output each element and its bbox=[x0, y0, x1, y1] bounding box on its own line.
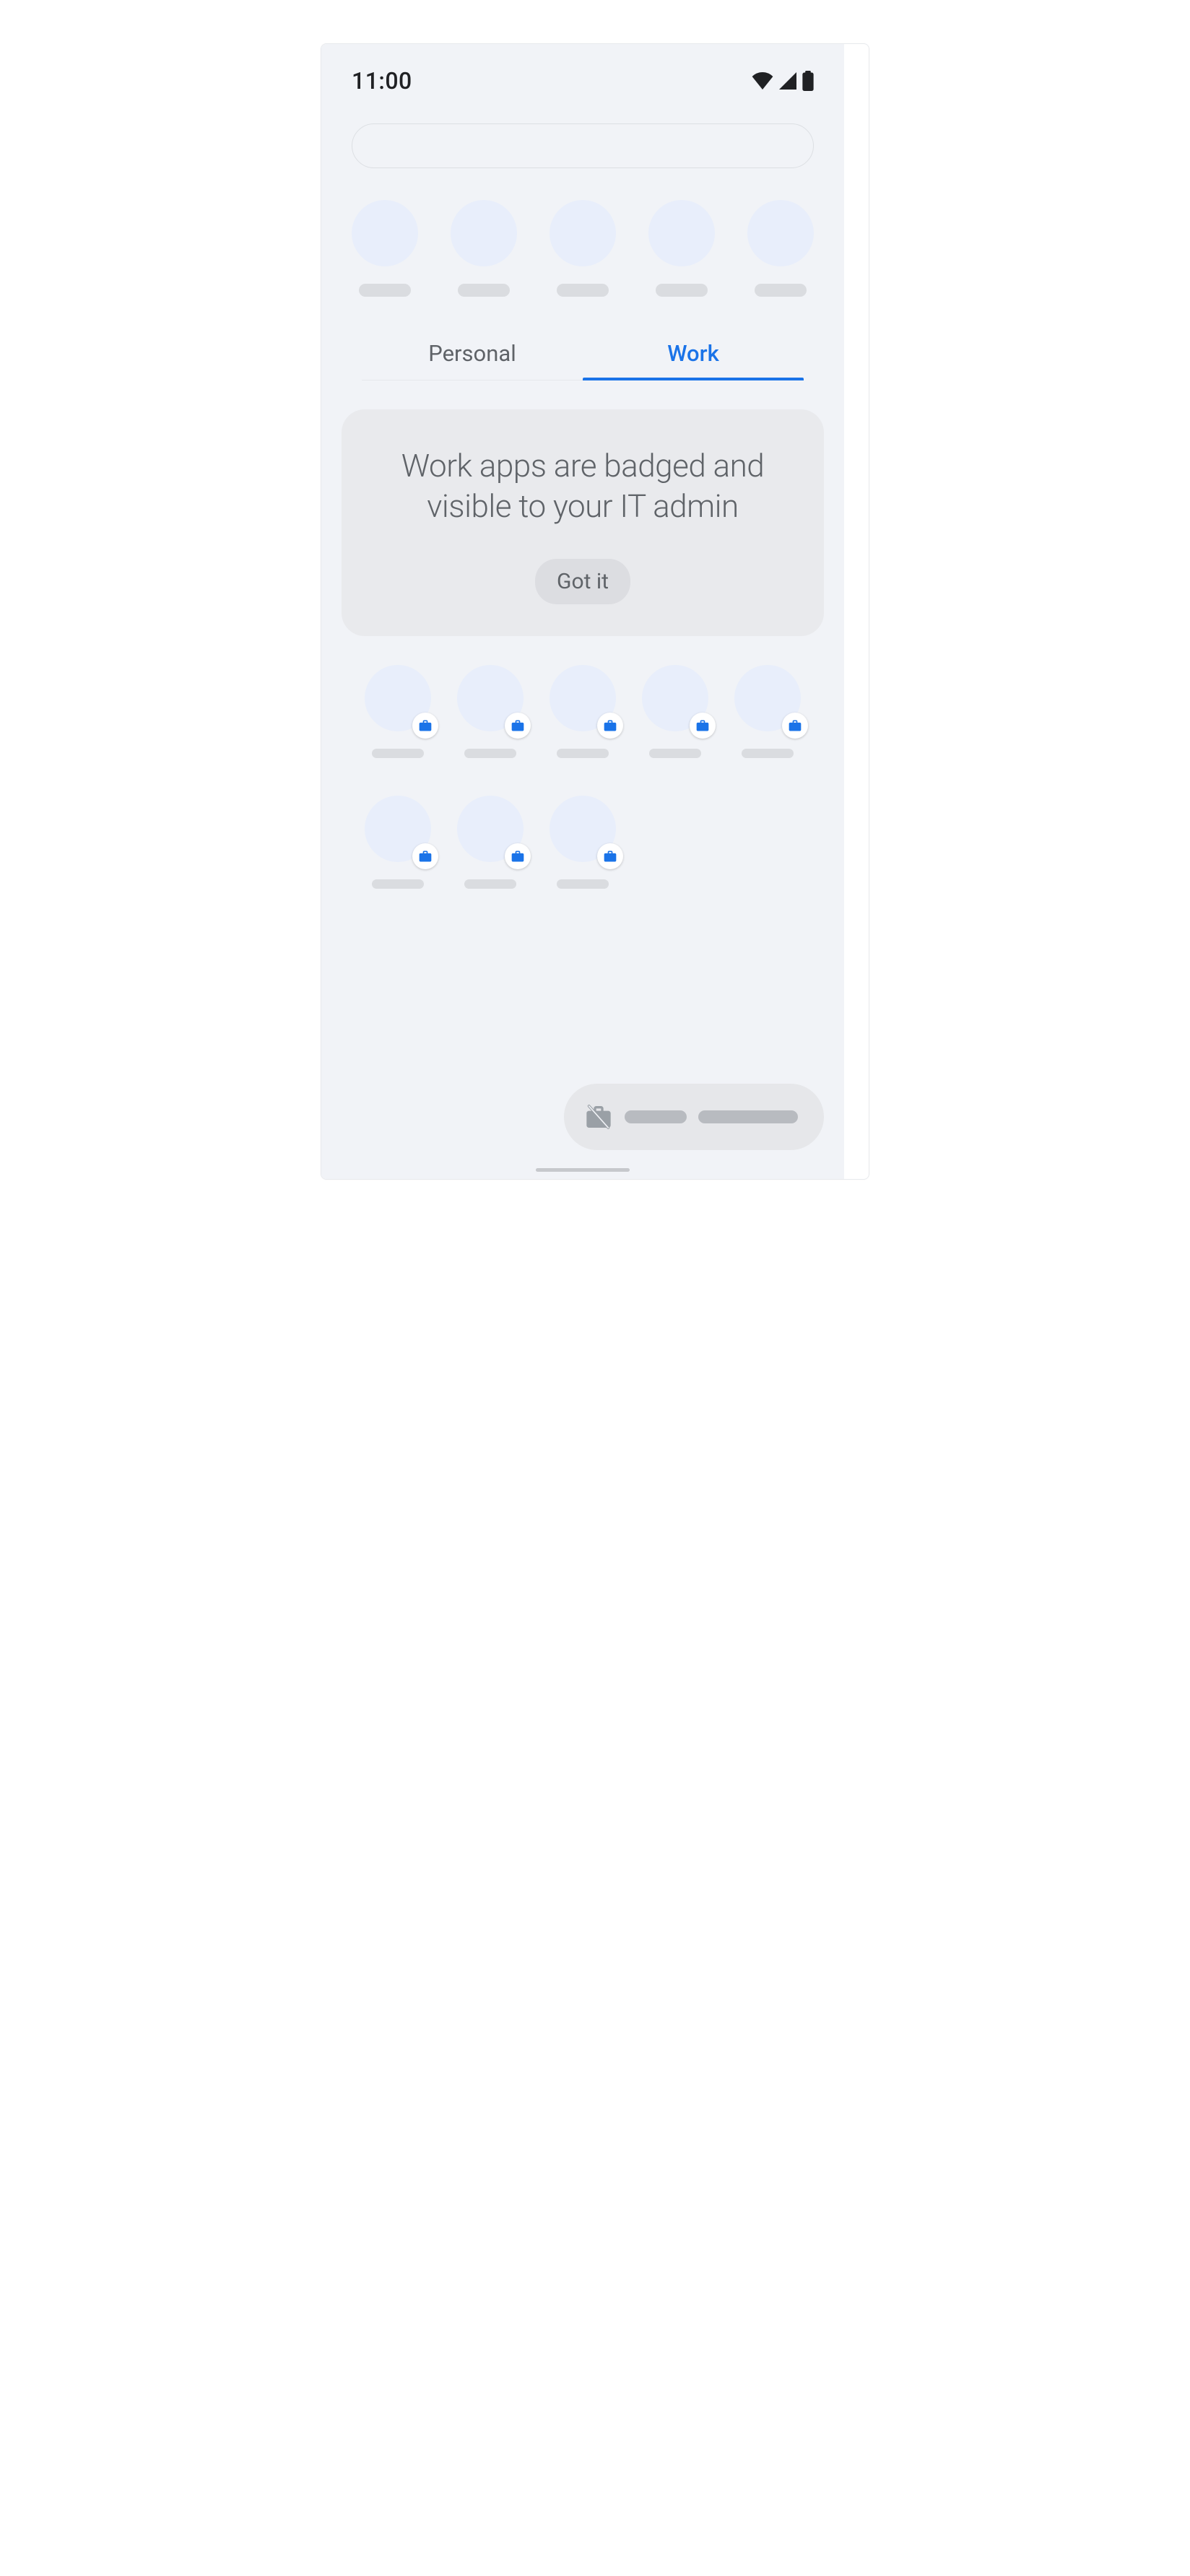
work-app[interactable] bbox=[365, 796, 431, 889]
gesture-nav-handle[interactable] bbox=[536, 1168, 630, 1172]
app-suggestions-row bbox=[321, 168, 844, 297]
work-badge-icon bbox=[412, 843, 438, 869]
suggested-app[interactable] bbox=[747, 200, 814, 297]
wifi-icon bbox=[752, 72, 773, 90]
suggested-app[interactable] bbox=[451, 200, 517, 297]
suggested-app[interactable] bbox=[550, 200, 616, 297]
status-icons bbox=[752, 71, 814, 91]
chip-text-placeholder bbox=[625, 1110, 687, 1123]
edu-banner-text: Work apps are badged and visible to your… bbox=[370, 445, 795, 527]
work-app[interactable] bbox=[550, 796, 616, 889]
work-app[interactable] bbox=[550, 665, 616, 758]
work-badge-icon bbox=[505, 843, 531, 869]
work-badge-icon bbox=[782, 713, 808, 739]
chip-text-placeholder bbox=[698, 1110, 798, 1123]
tab-underline bbox=[583, 378, 804, 380]
briefcase-off-icon bbox=[584, 1102, 613, 1131]
work-badge-icon bbox=[505, 713, 531, 739]
search-input[interactable] bbox=[352, 123, 814, 168]
edu-banner: Work apps are badged and visible to your… bbox=[342, 409, 824, 636]
work-app[interactable] bbox=[642, 665, 708, 758]
profile-tabs: Personal Work bbox=[362, 340, 804, 380]
work-badge-icon bbox=[597, 843, 623, 869]
work-badge-icon bbox=[690, 713, 716, 739]
battery-full-icon bbox=[802, 71, 814, 91]
suggested-app[interactable] bbox=[352, 200, 418, 297]
work-badge-icon bbox=[412, 713, 438, 739]
tab-work[interactable]: Work bbox=[583, 340, 804, 380]
work-app[interactable] bbox=[365, 665, 431, 758]
work-app[interactable] bbox=[457, 796, 524, 889]
status-bar: 11:00 bbox=[321, 44, 844, 102]
cell-signal-icon bbox=[779, 72, 796, 90]
suggested-app[interactable] bbox=[648, 200, 715, 297]
work-apps-grid bbox=[321, 636, 844, 889]
status-time: 11:00 bbox=[352, 67, 412, 95]
work-app[interactable] bbox=[457, 665, 524, 758]
work-profile-toggle-chip[interactable] bbox=[564, 1084, 824, 1150]
tab-personal[interactable]: Personal bbox=[362, 340, 583, 380]
device-frame: 11:00 bbox=[321, 44, 844, 1179]
work-app[interactable] bbox=[734, 665, 801, 758]
edu-banner-dismiss-button[interactable]: Got it bbox=[535, 559, 630, 604]
work-badge-icon bbox=[597, 713, 623, 739]
